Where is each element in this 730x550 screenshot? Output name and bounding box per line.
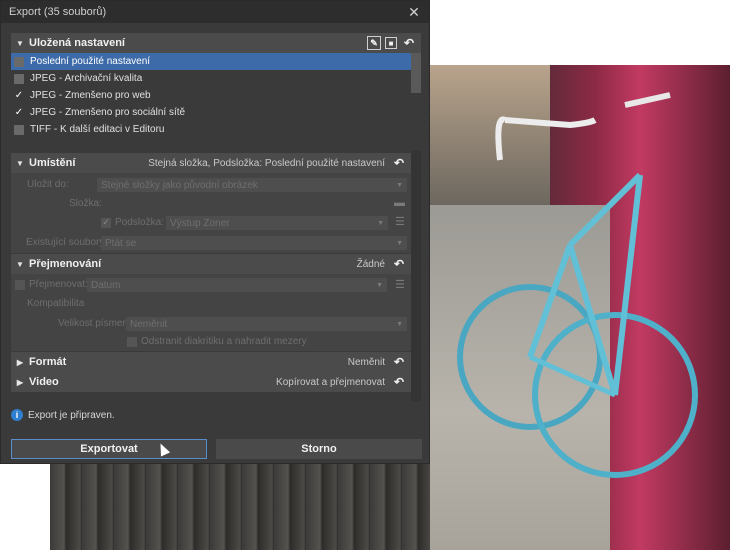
- subfolder-value: Výstup Zoner: [170, 217, 230, 229]
- undo-icon[interactable]: ↶: [391, 155, 407, 171]
- rename-summary: Žádné: [356, 258, 385, 270]
- folder-icon[interactable]: ▬: [394, 197, 405, 209]
- menu-icon[interactable]: ☰: [395, 215, 405, 228]
- video-header[interactable]: ▶ Video Kopírovat a přejmenovat ↶: [11, 372, 411, 392]
- caret-down-icon: ▼: [16, 259, 24, 269]
- location-summary: Stejná složka, Podsložka: Poslední použi…: [148, 157, 385, 169]
- preset-scrollbar[interactable]: [411, 53, 421, 93]
- location-header[interactable]: ▼ Umístění Stejná složka, Podsložka: Pos…: [11, 153, 411, 173]
- status-bar: i Export je připraven.: [11, 409, 115, 421]
- window-title: Export (35 souborů): [9, 6, 107, 18]
- subfolder-checkbox-row[interactable]: ✓ Podsložka:: [101, 217, 164, 228]
- letter-case-select[interactable]: Neměnit ▼: [126, 317, 407, 331]
- preset-checkbox[interactable]: [14, 73, 24, 84]
- preset-checkbox[interactable]: [14, 56, 24, 67]
- undo-icon[interactable]: ↶: [391, 374, 407, 390]
- save-to-label: Uložit do:: [27, 179, 69, 190]
- rename-label: Přejmenovat:: [29, 279, 88, 290]
- undo-icon[interactable]: ↶: [391, 354, 407, 370]
- export-button[interactable]: Exportovat: [11, 439, 207, 459]
- location-panel: Uložit do: Stejné složky jako původní ob…: [11, 173, 411, 253]
- format-summary: Neměnit: [347, 356, 385, 368]
- caret-right-icon: ▶: [16, 357, 24, 367]
- preset-checkbox[interactable]: [14, 124, 24, 135]
- preset-item[interactable]: ✓ JPEG - Zmenšeno pro web: [11, 87, 411, 104]
- chevron-down-icon: ▼: [376, 281, 383, 289]
- diacritics-checkbox[interactable]: [127, 336, 137, 347]
- preset-item[interactable]: JPEG - Archivační kvalita: [11, 70, 411, 87]
- video-title: Video: [29, 376, 59, 388]
- rename-checkbox[interactable]: [15, 279, 25, 290]
- rename-select[interactable]: Datum ▼: [87, 278, 387, 292]
- location-title: Umístění: [29, 157, 76, 169]
- check-icon[interactable]: ✓: [14, 90, 24, 101]
- chevron-down-icon: ▼: [377, 219, 384, 227]
- chevron-down-icon: ▼: [396, 239, 403, 247]
- export-dialog: Export (35 souborů) ✕ ▼ Uložená nastaven…: [0, 0, 430, 464]
- caret-down-icon: ▼: [16, 38, 24, 48]
- save-icon[interactable]: ■: [385, 37, 397, 49]
- saved-settings-title: Uložená nastavení: [29, 37, 125, 49]
- preset-label: TIFF - K další editaci v Editoru: [30, 124, 165, 135]
- save-to-select[interactable]: Stejné složky jako původní obrázek ▼: [97, 178, 407, 192]
- existing-files-select[interactable]: Ptát se ▼: [101, 236, 407, 250]
- preset-list: Poslední použité nastavení JPEG - Archiv…: [11, 53, 411, 139]
- preset-label: JPEG - Archivační kvalita: [30, 73, 143, 84]
- rename-panel: Přejmenovat: Datum ▼ ☰ Kompatibilita Veli…: [11, 274, 411, 351]
- format-header[interactable]: ▶ Formát Neměnit ↶: [11, 352, 411, 372]
- chevron-down-icon: ▼: [396, 320, 403, 328]
- folder-label: Složka:: [69, 198, 102, 209]
- diacritics-checkbox-row[interactable]: Odstranit diakritiku a nahradit mezery: [127, 336, 307, 347]
- letter-case-value: Neměnit: [130, 318, 168, 330]
- check-icon[interactable]: ✓: [14, 107, 24, 118]
- undo-icon[interactable]: ↶: [391, 256, 407, 272]
- check-icon[interactable]: ✓: [101, 217, 111, 228]
- existing-files-value: Ptát se: [105, 237, 137, 249]
- format-title: Formát: [29, 356, 67, 368]
- info-icon: i: [11, 409, 23, 421]
- preset-edit-icon[interactable]: ✎: [367, 36, 381, 50]
- subfolder-label: Podsložka:: [115, 217, 164, 228]
- rename-value: Datum: [91, 279, 121, 291]
- menu-icon[interactable]: ☰: [395, 278, 405, 291]
- preset-item[interactable]: TIFF - K další editaci v Editoru: [11, 121, 411, 138]
- diacritics-label: Odstranit diakritiku a nahradit mezery: [141, 336, 307, 347]
- subfolder-select[interactable]: Výstup Zoner ▼: [166, 216, 388, 230]
- preset-item[interactable]: Poslední použité nastavení: [11, 53, 411, 70]
- caret-down-icon: ▼: [16, 158, 24, 168]
- preset-item[interactable]: ✓ JPEG - Zmenšeno pro sociální sítě: [11, 104, 411, 121]
- chevron-down-icon: ▼: [396, 181, 403, 189]
- preset-label: Poslední použité nastavení: [30, 56, 151, 67]
- compatibility-label: Kompatibilita: [27, 298, 85, 309]
- rename-checkbox-row[interactable]: Přejmenovat:: [15, 279, 88, 290]
- title-bar: Export (35 souborů) ✕: [1, 1, 429, 23]
- letter-case-label: Velikost písmen:: [58, 318, 131, 329]
- settings-scrollbar[interactable]: [411, 151, 421, 401]
- saved-settings-header[interactable]: ▼ Uložená nastavení ✎ ■ ↶: [11, 33, 421, 53]
- rename-header[interactable]: ▼ Přejmenování Žádné ↶: [11, 254, 411, 274]
- preset-label: JPEG - Zmenšeno pro sociální sítě: [30, 107, 186, 118]
- close-icon[interactable]: ✕: [407, 4, 421, 20]
- caret-right-icon: ▶: [16, 377, 24, 387]
- rename-title: Přejmenování: [29, 258, 102, 270]
- save-to-value: Stejné složky jako původní obrázek: [101, 179, 258, 191]
- cancel-button[interactable]: Storno: [216, 439, 422, 459]
- status-text: Export je připraven.: [28, 409, 115, 421]
- existing-files-label: Existující soubory:: [26, 237, 108, 248]
- video-summary: Kopírovat a přejmenovat: [276, 376, 385, 388]
- undo-icon[interactable]: ↶: [401, 35, 417, 51]
- preset-label: JPEG - Zmenšeno pro web: [30, 90, 151, 101]
